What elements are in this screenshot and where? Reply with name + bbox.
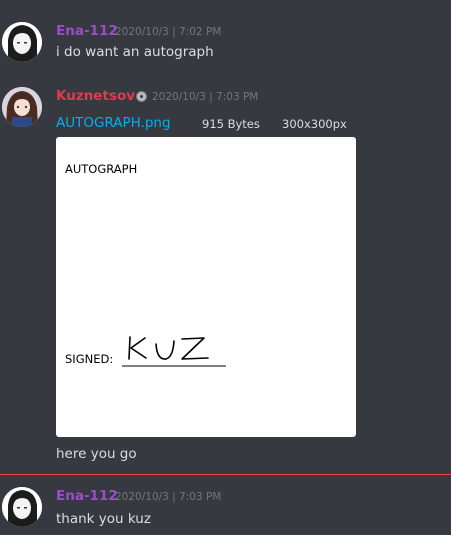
author-name[interactable]: Ena-112 — [56, 488, 118, 504]
author-name[interactable]: Kuznetsov — [56, 88, 135, 104]
timestamp: 2020/10/3 | 7:03 PM — [115, 491, 222, 503]
attachment-filename-link[interactable]: AUTOGRAPH.png — [56, 115, 171, 131]
attachment-dimensions: 300x300px — [282, 117, 347, 131]
signature-drawing — [122, 336, 226, 367]
avatar-kuznetsov[interactable] — [2, 87, 42, 127]
message-ena-2: Ena-112 2020/10/3 | 7:03 PM thank you ku… — [0, 476, 451, 535]
new-messages-divider — [0, 474, 451, 475]
timestamp: 2020/10/3 | 7:03 PM — [152, 91, 259, 103]
message-text: thank you kuz — [56, 511, 151, 527]
avatar-ena[interactable] — [2, 487, 42, 527]
message-text: here you go — [56, 446, 137, 462]
message-kuznetsov: Kuznetsov 2020/10/3 | 7:03 PM AUTOGRAPH.… — [0, 0, 451, 470]
attachment-size: 915 Bytes — [202, 117, 260, 131]
attachment-image[interactable]: AUTOGRAPH SIGNED: — [56, 137, 356, 437]
verified-badge-icon — [136, 91, 147, 102]
